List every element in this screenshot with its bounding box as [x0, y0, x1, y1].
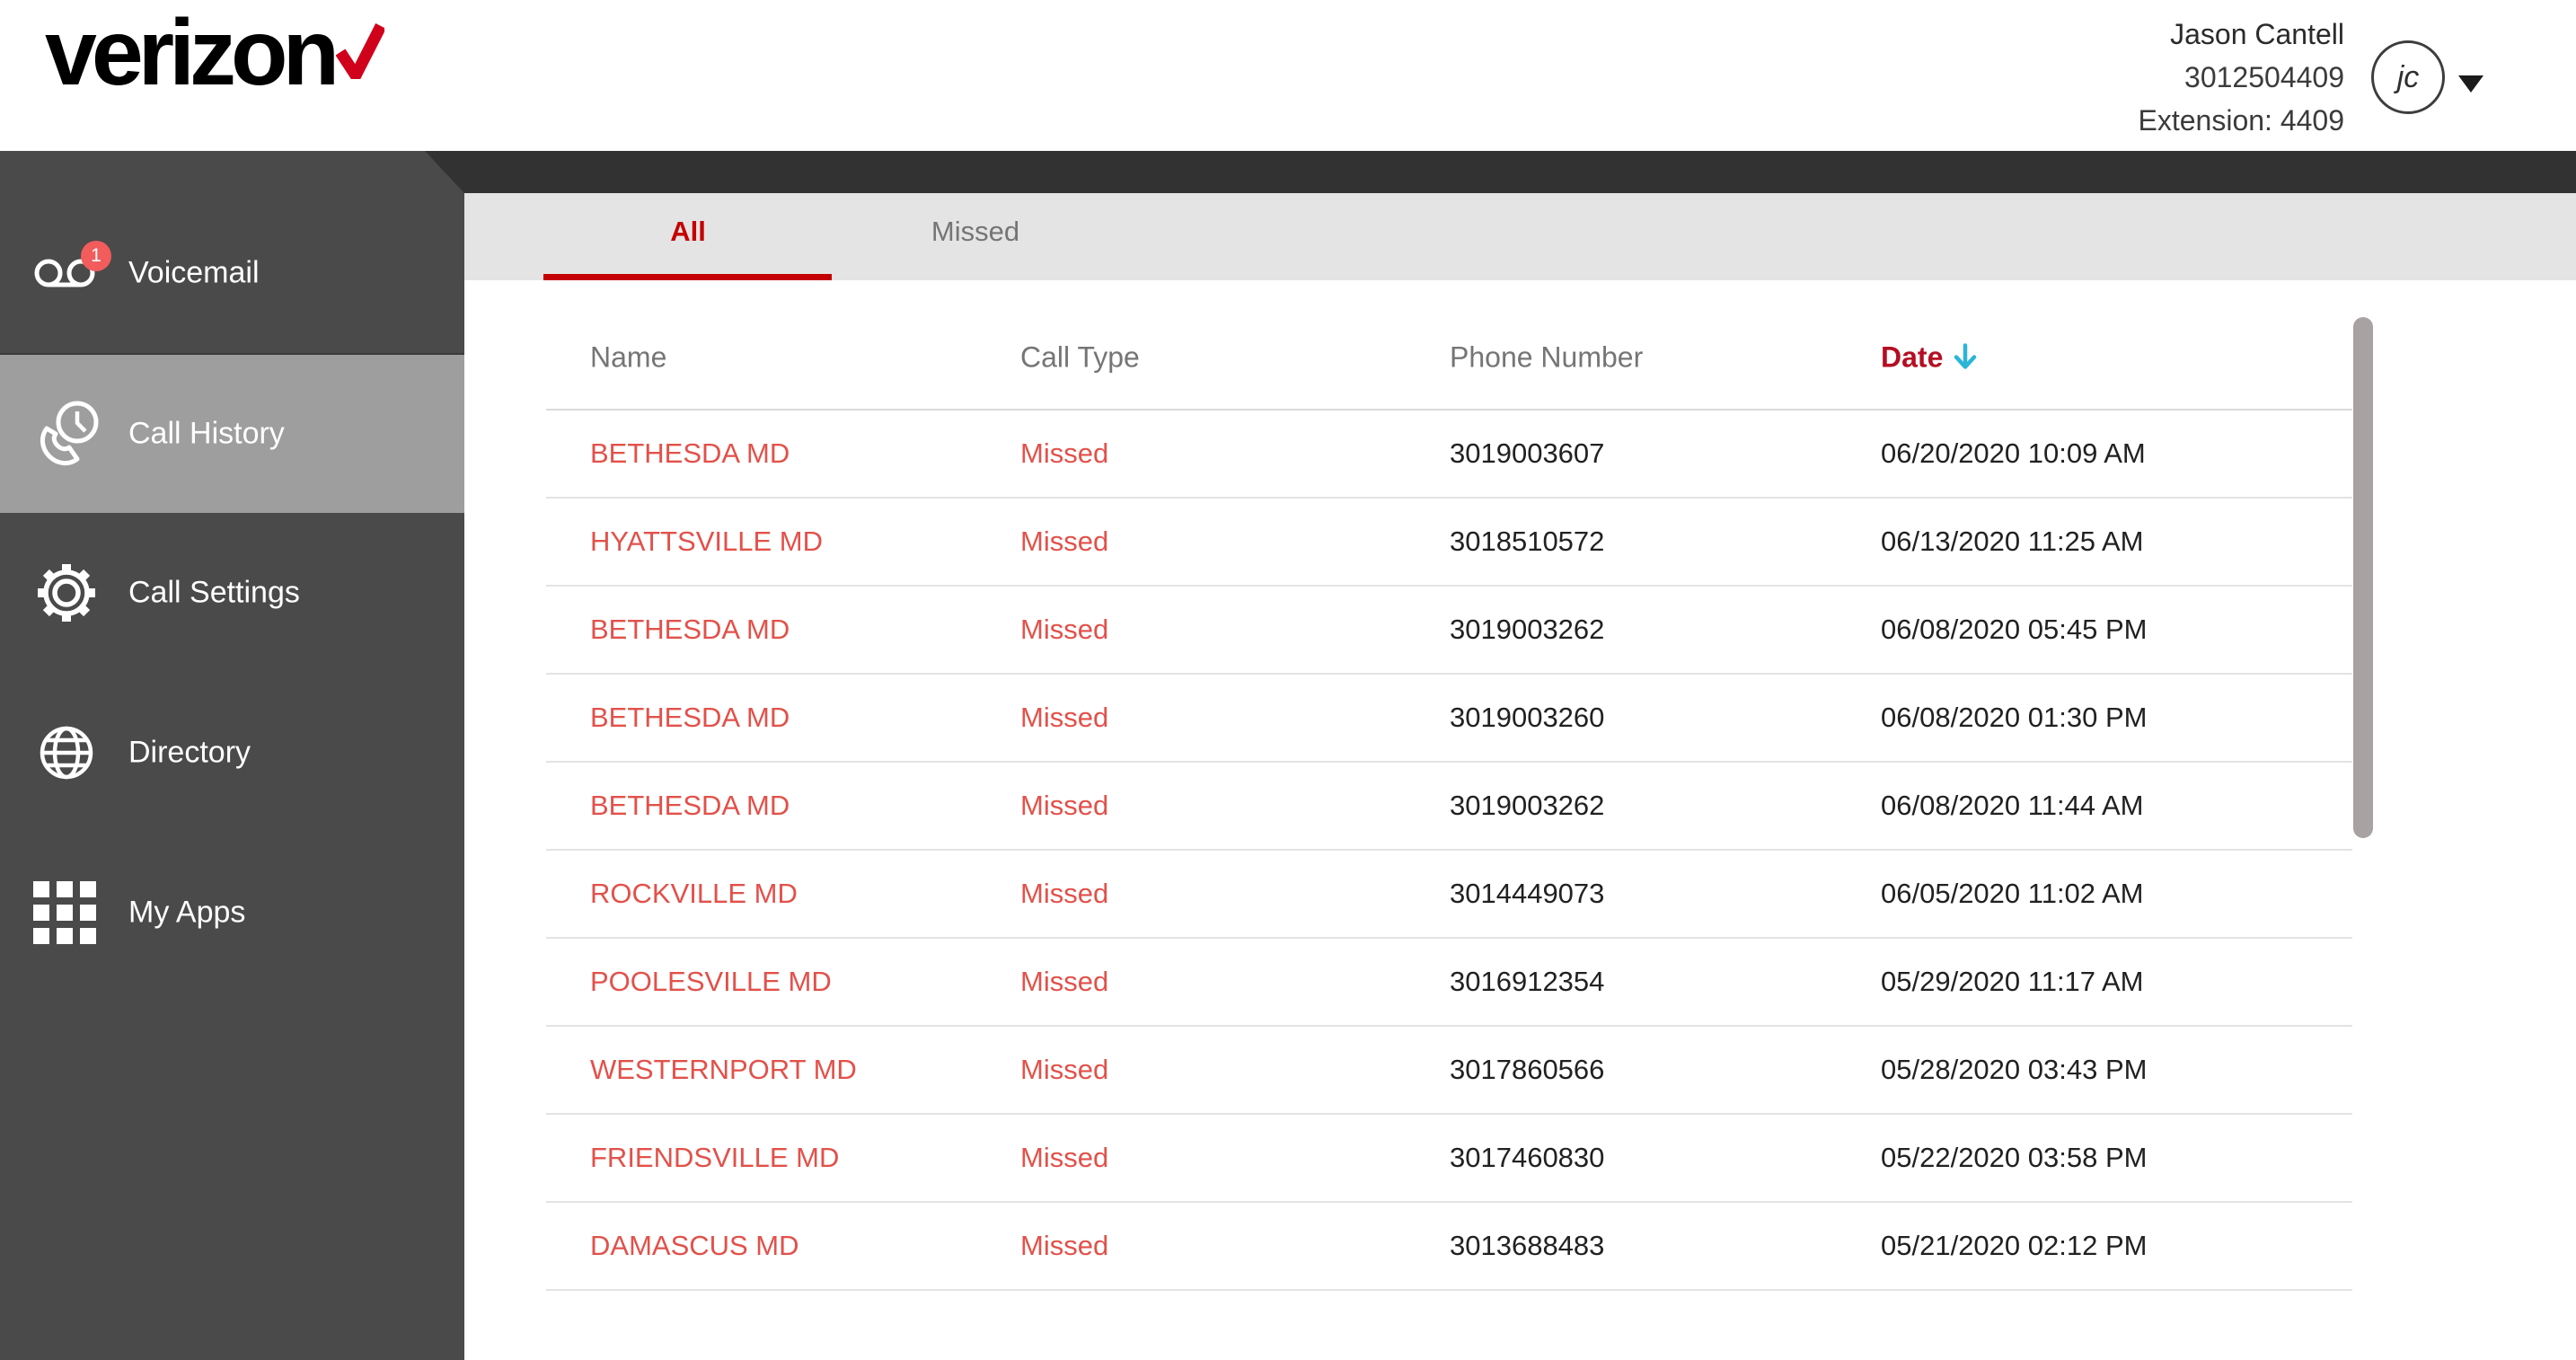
row-call-type: Missed	[1020, 437, 1109, 469]
voicemail-badge: 1	[81, 241, 111, 271]
row-name-link[interactable]: DAMASCUS MD	[590, 1230, 799, 1262]
row-call-type: Missed	[1020, 702, 1109, 733]
row-name-link[interactable]: HYATTSVILLE MD	[590, 525, 823, 558]
column-header-call-type[interactable]: Call Type	[1020, 340, 1140, 374]
globe-icon	[40, 726, 93, 780]
row-phone-number: 3019003262	[1450, 790, 1605, 821]
row-date: 05/21/2020 02:12 PM	[1881, 1230, 2148, 1261]
sidebar-item-call-history[interactable]: Call History	[0, 353, 464, 513]
sort-desc-icon	[1954, 343, 1977, 369]
sidebar-item-voicemail[interactable]: 1 Voicemail	[0, 193, 464, 353]
row-date: 05/22/2020 03:58 PM	[1881, 1142, 2148, 1173]
user-phone: 3012504409	[2184, 61, 2344, 93]
table-row[interactable]: POOLESVILLE MD Missed 3016912354 05/29/2…	[546, 939, 2352, 1027]
row-date: 06/05/2020 11:02 AM	[1881, 878, 2144, 909]
row-date: 06/20/2020 10:09 AM	[1881, 437, 2146, 469]
verizon-logo-text: verizon	[45, 1, 340, 105]
row-call-type: Missed	[1020, 1054, 1109, 1085]
sidebar-item-label: Voicemail	[128, 255, 260, 290]
row-name-link[interactable]: BETHESDA MD	[590, 437, 790, 470]
user-extension: Extension: 4409	[2138, 104, 2345, 137]
table-row[interactable]: HYATTSVILLE MD Missed 3018510572 06/13/2…	[546, 499, 2352, 587]
row-name-link[interactable]: BETHESDA MD	[590, 614, 790, 646]
row-date: 05/28/2020 03:43 PM	[1881, 1054, 2148, 1085]
row-phone-number: 3016912354	[1450, 966, 1605, 997]
row-phone-number: 3019003607	[1450, 437, 1605, 469]
table-row[interactable]: WESTERNPORT MD Missed 3017860566 05/28/2…	[546, 1027, 2352, 1115]
table-header: Name Call Type Phone Number Date	[546, 305, 2352, 411]
column-header-date[interactable]: Date	[1881, 340, 1977, 374]
table-row[interactable]: BETHESDA MD Missed 3019003262 06/08/2020…	[546, 587, 2352, 675]
call-history-table: Name Call Type Phone Number Date BETHESD…	[546, 305, 2352, 1291]
avatar[interactable]: jc	[2371, 40, 2445, 114]
table-row[interactable]: ROCKVILLE MD Missed 3014449073 06/05/202…	[546, 851, 2352, 939]
sidebar-item-label: Call Settings	[128, 575, 300, 610]
sidebar-item-my-apps[interactable]: My Apps	[0, 833, 464, 993]
row-name-link[interactable]: FRIENDSVILLE MD	[590, 1142, 839, 1174]
row-date: 05/29/2020 11:17 AM	[1881, 966, 2144, 997]
table-row[interactable]: BETHESDA MD Missed 3019003262 06/08/2020…	[546, 763, 2352, 851]
row-phone-number: 3019003260	[1450, 702, 1605, 733]
scrollbar-thumb[interactable]	[2353, 317, 2373, 838]
column-header-phone[interactable]: Phone Number	[1450, 340, 1643, 374]
row-name-link[interactable]: BETHESDA MD	[590, 702, 790, 734]
chevron-down-icon[interactable]	[2458, 75, 2483, 93]
row-call-type: Missed	[1020, 614, 1109, 645]
row-call-type: Missed	[1020, 525, 1109, 557]
app: verizon Jason Cantell 3012504409 Extensi…	[0, 0, 2576, 1360]
row-call-type: Missed	[1020, 1142, 1109, 1173]
sidebar-item-directory[interactable]: Directory	[0, 673, 464, 833]
table-row[interactable]: DAMASCUS MD Missed 3013688483 05/21/2020…	[546, 1203, 2352, 1291]
call-history-icon	[40, 401, 99, 465]
active-tab-underline	[543, 274, 832, 280]
row-call-type: Missed	[1020, 790, 1109, 821]
column-header-date-label: Date	[1881, 340, 1944, 373]
row-call-type: Missed	[1020, 1230, 1109, 1261]
sidebar-item-label: My Apps	[128, 895, 246, 930]
row-phone-number: 3019003262	[1450, 614, 1605, 645]
verizon-logo: verizon	[45, 1, 385, 105]
table-row[interactable]: BETHESDA MD Missed 3019003260 06/08/2020…	[546, 675, 2352, 763]
row-call-type: Missed	[1020, 966, 1109, 997]
table-body: BETHESDA MD Missed 3019003607 06/20/2020…	[546, 411, 2352, 1291]
tab-bar: All Missed	[464, 193, 2576, 280]
sidebar-item-label: Directory	[128, 735, 251, 770]
gear-icon	[38, 564, 95, 622]
row-name-link[interactable]: ROCKVILLE MD	[590, 878, 798, 910]
column-header-name[interactable]: Name	[590, 340, 666, 374]
row-date: 06/08/2020 05:45 PM	[1881, 614, 2148, 645]
user-name: Jason Cantell	[2170, 18, 2344, 50]
avatar-initials: jc	[2396, 59, 2420, 94]
header: verizon Jason Cantell 3012504409 Extensi…	[0, 0, 2576, 151]
grid-icon	[33, 881, 96, 944]
row-date: 06/13/2020 11:25 AM	[1881, 525, 2144, 557]
verizon-check-icon	[336, 23, 385, 79]
user-info: Jason Cantell 3012504409 Extension: 4409	[2139, 13, 2345, 142]
row-phone-number: 3017860566	[1450, 1054, 1605, 1085]
sidebar: 1 Voicemail Call History Call Settings D…	[0, 151, 464, 1360]
table-row[interactable]: BETHESDA MD Missed 3019003607 06/20/2020…	[546, 411, 2352, 499]
row-phone-number: 3018510572	[1450, 525, 1605, 557]
table-row[interactable]: FRIENDSVILLE MD Missed 3017460830 05/22/…	[546, 1115, 2352, 1203]
row-name-link[interactable]: WESTERNPORT MD	[590, 1054, 857, 1086]
row-date: 06/08/2020 01:30 PM	[1881, 702, 2148, 733]
row-phone-number: 3014449073	[1450, 878, 1605, 909]
tab-missed[interactable]: Missed	[931, 216, 1019, 248]
row-name-link[interactable]: POOLESVILLE MD	[590, 966, 832, 998]
row-call-type: Missed	[1020, 878, 1109, 909]
row-name-link[interactable]: BETHESDA MD	[590, 790, 790, 822]
tab-all[interactable]: All	[670, 216, 706, 248]
sidebar-item-label: Call History	[128, 416, 285, 451]
row-date: 06/08/2020 11:44 AM	[1881, 790, 2144, 821]
row-phone-number: 3017460830	[1450, 1142, 1605, 1173]
row-phone-number: 3013688483	[1450, 1230, 1605, 1261]
sidebar-item-call-settings[interactable]: Call Settings	[0, 513, 464, 673]
